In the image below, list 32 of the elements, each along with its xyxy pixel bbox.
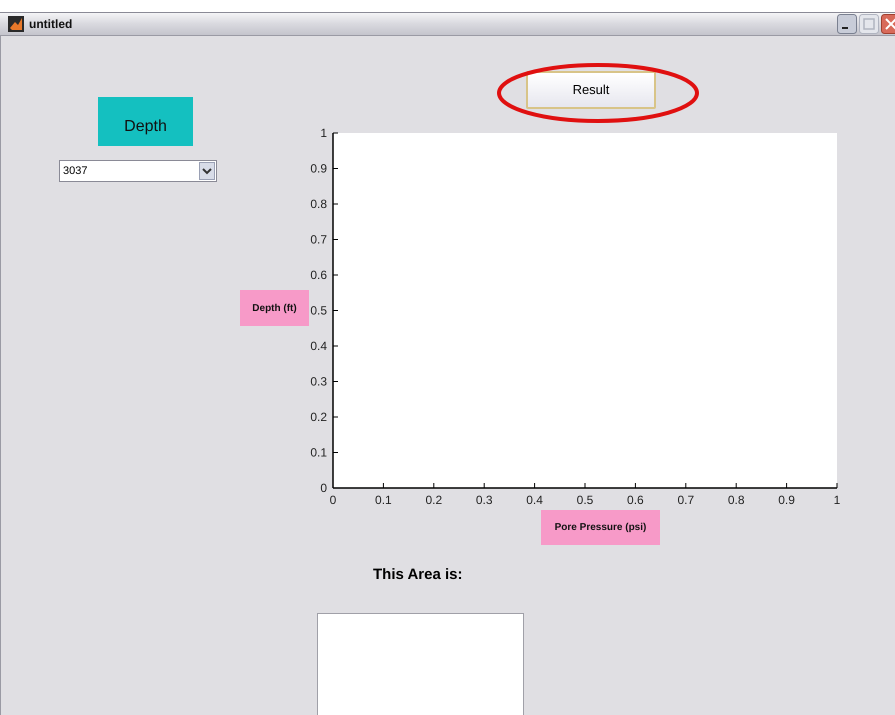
tick-label: 0.8 — [728, 493, 745, 507]
tick-label: 0.7 — [310, 232, 327, 246]
result-button[interactable]: Result — [526, 71, 656, 109]
window-title: untitled — [29, 16, 72, 33]
x-axis-label: Pore Pressure (psi) — [541, 510, 660, 545]
close-button[interactable] — [881, 14, 895, 34]
tick-label: 0 — [330, 493, 336, 507]
y-axis-label: Depth (ft) — [240, 290, 309, 326]
tick-label: 0.3 — [476, 493, 493, 507]
tick-label: 0.2 — [425, 493, 442, 507]
minimize-button[interactable] — [837, 14, 857, 34]
tick-label: 0.7 — [677, 493, 694, 507]
tick-label: 0.6 — [627, 493, 644, 507]
depth-label: Depth — [98, 97, 193, 146]
tick-label: 0.6 — [310, 268, 327, 282]
tick-label: 0.3 — [310, 374, 327, 388]
tick-label: 0.2 — [310, 410, 327, 424]
tick-label: 1 — [834, 493, 840, 507]
area-label: This Area is: — [373, 565, 462, 585]
tick-label: 0.4 — [310, 339, 327, 353]
tick-label: 0.1 — [375, 493, 392, 507]
depth-dropdown[interactable]: 3037 — [59, 160, 217, 182]
tick-label: 0 — [320, 481, 327, 495]
tick-label: 0.9 — [310, 162, 327, 176]
tick-label: 0.9 — [778, 493, 795, 507]
tick-label: 0.4 — [526, 493, 543, 507]
app-logo-icon — [8, 16, 24, 32]
tick-label: 0.8 — [310, 197, 327, 211]
tick-label: 0.5 — [310, 304, 327, 318]
tick-label: 1 — [320, 126, 327, 140]
tick-label: 0.1 — [310, 446, 327, 460]
tick-label: 0.5 — [576, 493, 594, 507]
